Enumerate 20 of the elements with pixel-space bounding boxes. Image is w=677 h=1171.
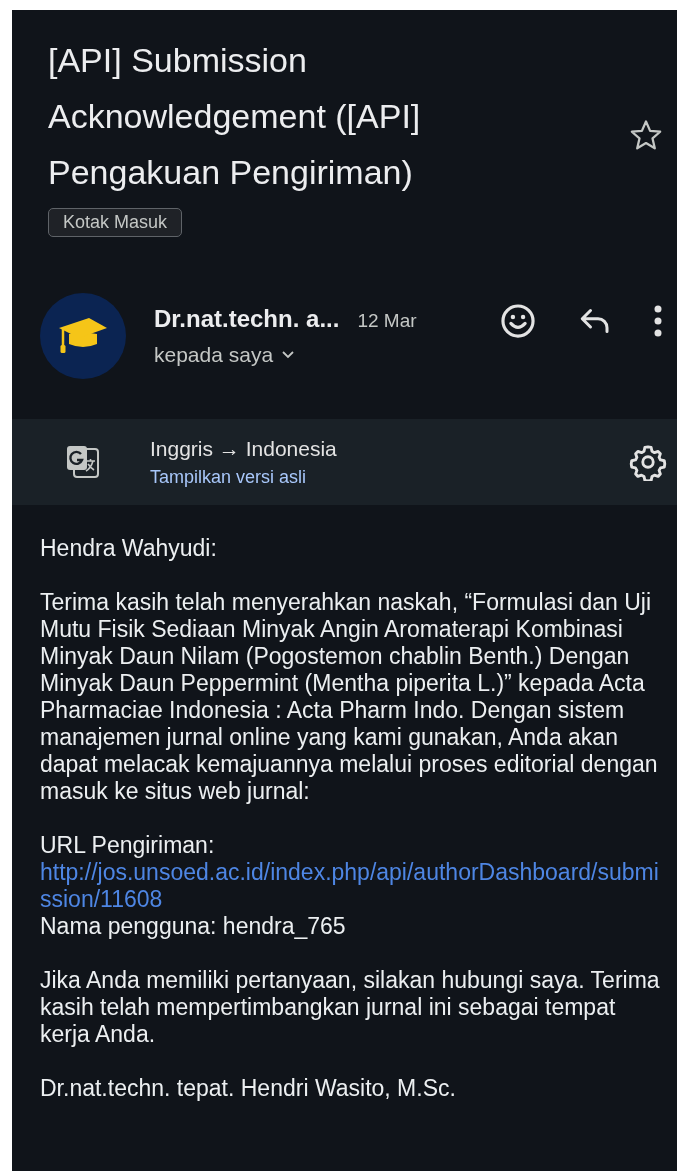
body-text: Nama pengguna: hendra_765	[40, 913, 347, 940]
body-text: Hendra Wahyudi:	[40, 535, 218, 562]
body-text: URL Pengiriman:	[40, 832, 216, 859]
settings-button[interactable]	[629, 443, 667, 481]
submission-url-link[interactable]: http://jos.unsoed.ac.id/index.php/api/authorDashboard/submission/11608	[40, 859, 661, 913]
body-text: Dr.nat.techn. tepat. Hendri Wasito, M.Sc.	[40, 1075, 457, 1102]
body-text: Jika Anda memiliki pertanyaan, silakan hubungi saya. Terima kasih telah mempertimbangkan jurnal ini sebagai tempat kerja Anda.	[40, 967, 661, 1048]
show-original-link[interactable]: Tampilkan versi asli	[150, 466, 307, 488]
body-text: Terima kasih telah menyerahkan naskah, “Formulasi dan Uji Mutu Fisik Sediaan Minyak Angin Aromaterapi Kombinasi Minyak Daun Nilam (Pogostemon chablin Benth.) Dengan Minyak Daun Peppermint (Mentha piperita L.)” kepada Acta Pharmaciae Indonesia : Acta Pharm Indo. Dengan sistem manajemen jurnal online yang kami gunakan, Anda akan dapat melacak kemajuannya melalui proses editorial dengan masuk ke situs web jurnal:	[40, 589, 659, 805]
star-button[interactable]	[629, 117, 663, 152]
email-subject: [API] Submission Acknowledgement ([API] Pengakuan Pengiriman)	[48, 40, 422, 193]
recipient-dropdown[interactable]: kepada saya	[154, 343, 296, 367]
inbox-label: Kotak Masuk	[48, 208, 183, 237]
chevron-down-icon	[281, 350, 296, 360]
email-date: 12 Mar	[357, 310, 417, 332]
more-options-button[interactable]	[653, 303, 663, 339]
sender-name: Dr.nat.techn. a...	[154, 305, 340, 333]
emoji-reaction-button[interactable]	[499, 302, 537, 340]
translate-icon	[64, 443, 102, 481]
translation-languages: Inggris → Indonesia	[150, 436, 337, 461]
